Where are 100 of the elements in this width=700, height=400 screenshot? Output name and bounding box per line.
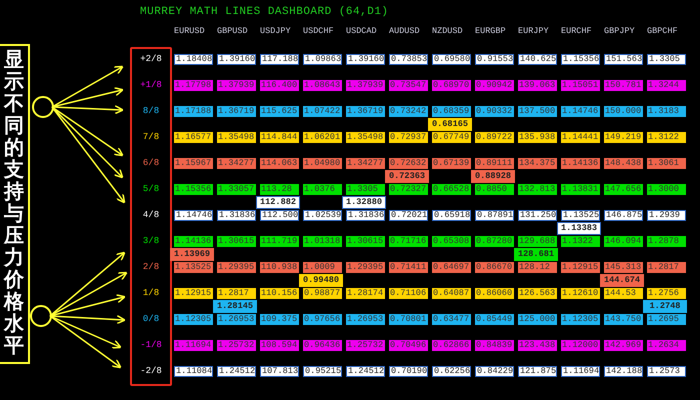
level-price-cell: 0.91553	[475, 54, 514, 65]
level-label: 2/8	[142, 262, 160, 273]
level-price-cell: 113.28	[260, 184, 299, 195]
level-price-cell: 0.97656	[303, 314, 342, 325]
current-price-label: 1.2748	[643, 300, 687, 313]
level-price-cell: 144.53	[604, 288, 643, 299]
current-price-label: 1.32880	[342, 196, 386, 209]
level-price-cell: 0.98877	[303, 288, 342, 299]
level-price-cell: 1.26953	[346, 314, 385, 325]
symbol-header: GBPJPY	[604, 25, 636, 38]
level-price-cell: 1.29395	[217, 262, 256, 273]
level-price-cell: 1.07422	[303, 106, 342, 117]
level-price-cell: 0.68359	[432, 106, 471, 117]
level-price-cell: 1.2939	[647, 210, 686, 221]
level-price-cell: 1.39160	[217, 54, 256, 65]
level-price-cell: 0.72327	[389, 184, 428, 195]
level-price-cell: 1.11084	[174, 366, 213, 377]
level-label: -2/8	[140, 366, 162, 377]
level-price-cell: 107.813	[260, 366, 299, 377]
level-price-cell: 0.84229	[475, 366, 514, 377]
level-price-cell: 146.094	[604, 236, 643, 247]
level-price-cell: 1.36719	[346, 106, 385, 117]
level-price-cell: 125.000	[518, 314, 557, 325]
level-label: 4/8	[142, 210, 160, 221]
level-price-cell: 1.0009	[303, 262, 342, 273]
current-price-label: 112.882	[256, 196, 300, 209]
level-price-cell: 111.719	[260, 236, 299, 247]
level-price-cell: 0.71106	[389, 288, 428, 299]
level-price-cell: 1.31836	[217, 210, 256, 221]
level-price-cell: 110.938	[260, 262, 299, 273]
level-price-cell: 135.938	[518, 132, 557, 143]
level-price-cell: 114.063	[260, 158, 299, 169]
level-price-cell: 0.95215	[303, 366, 342, 377]
level-price-cell: 0.87280	[475, 236, 514, 247]
level-price-cell: 1.2573	[647, 366, 686, 377]
level-price-cell: 1.12000	[561, 340, 600, 351]
current-price-label: 0.88928	[471, 170, 515, 183]
level-label: +2/8	[140, 54, 162, 65]
symbol-header: USDCHF	[303, 25, 335, 38]
level-price-cell: 1.12610	[561, 288, 600, 299]
level-price-cell: 1.15356	[561, 54, 600, 65]
level-price-cell: 0.73547	[389, 80, 428, 91]
level-price-cell: 1.08643	[303, 80, 342, 91]
level-price-cell: 1.24512	[346, 366, 385, 377]
level-price-cell: 143.750	[604, 314, 643, 325]
level-price-cell: 0.70496	[389, 340, 428, 351]
level-price-cell: 1.17798	[174, 80, 213, 91]
level-price-cell: 1.17188	[174, 106, 213, 117]
level-price-cell: 1.18408	[174, 54, 213, 65]
level-price-cell: 1.31836	[346, 210, 385, 221]
symbol-header: GBPUSD	[217, 25, 249, 38]
level-price-cell: 0.73853	[389, 54, 428, 65]
level-price-cell: 1.3305	[647, 54, 686, 65]
level-price-cell: 0.89111	[475, 158, 514, 169]
level-price-cell: 134.375	[518, 158, 557, 169]
level-price-cell: 139.063	[518, 80, 557, 91]
level-price-cell: 1.11694	[561, 366, 600, 377]
level-price-cell: 109.375	[260, 314, 299, 325]
level-price-cell: 1.28174	[346, 288, 385, 299]
level-price-cell: 147.656	[604, 184, 643, 195]
level-price-cell: 0.72632	[389, 158, 428, 169]
level-price-cell: 0.8850	[475, 184, 514, 195]
level-price-cell: 0.96436	[303, 340, 342, 351]
level-price-cell: 1.25732	[217, 340, 256, 351]
level-price-cell: 1.24512	[217, 366, 256, 377]
level-price-cell: 0.71716	[389, 236, 428, 247]
current-price-label: 0.72363	[385, 170, 429, 183]
level-price-cell: 129.688	[518, 236, 557, 247]
level-price-cell: 0.89722	[475, 132, 514, 143]
current-price-label: 0.99480	[299, 274, 343, 287]
level-price-cell: 1.12305	[561, 314, 600, 325]
level-price-cell: 1.15051	[561, 80, 600, 91]
level-price-cell: 126.563	[518, 288, 557, 299]
level-price-cell: 1.12915	[174, 288, 213, 299]
level-price-cell: 150.781	[604, 80, 643, 91]
current-price-label: 144.674	[600, 274, 644, 287]
level-price-cell: 0.71411	[389, 262, 428, 273]
level-price-cell: 1.14136	[174, 236, 213, 247]
level-price-cell: 114.844	[260, 132, 299, 143]
level-price-cell: 1.14441	[561, 132, 600, 143]
level-price-cell: 1.13525	[174, 262, 213, 273]
symbol-header: EURCHF	[561, 25, 593, 38]
level-price-cell: 131.250	[518, 210, 557, 221]
level-price-cell: 0.70801	[389, 314, 428, 325]
level-price-cell: 1.14136	[561, 158, 600, 169]
level-price-cell: 1.1322	[561, 236, 600, 247]
level-price-cell: 0.66528	[432, 184, 471, 195]
level-price-cell: 0.62866	[432, 340, 471, 351]
level-price-cell: 128.12	[518, 262, 557, 273]
level-label: 0/8	[142, 314, 160, 325]
symbol-header: USDJPY	[260, 25, 292, 38]
level-price-cell: 1.36719	[217, 106, 256, 117]
level-price-cell: 0.70190	[389, 366, 428, 377]
level-price-cell: 1.3000	[647, 184, 686, 195]
level-price-cell: 115.625	[260, 106, 299, 117]
level-price-cell: 0.63477	[432, 314, 471, 325]
level-price-cell: 132.813	[518, 184, 557, 195]
current-price-label: 128.681	[514, 248, 558, 261]
current-price-label: 1.28145	[213, 300, 257, 313]
level-price-cell: 1.34277	[346, 158, 385, 169]
